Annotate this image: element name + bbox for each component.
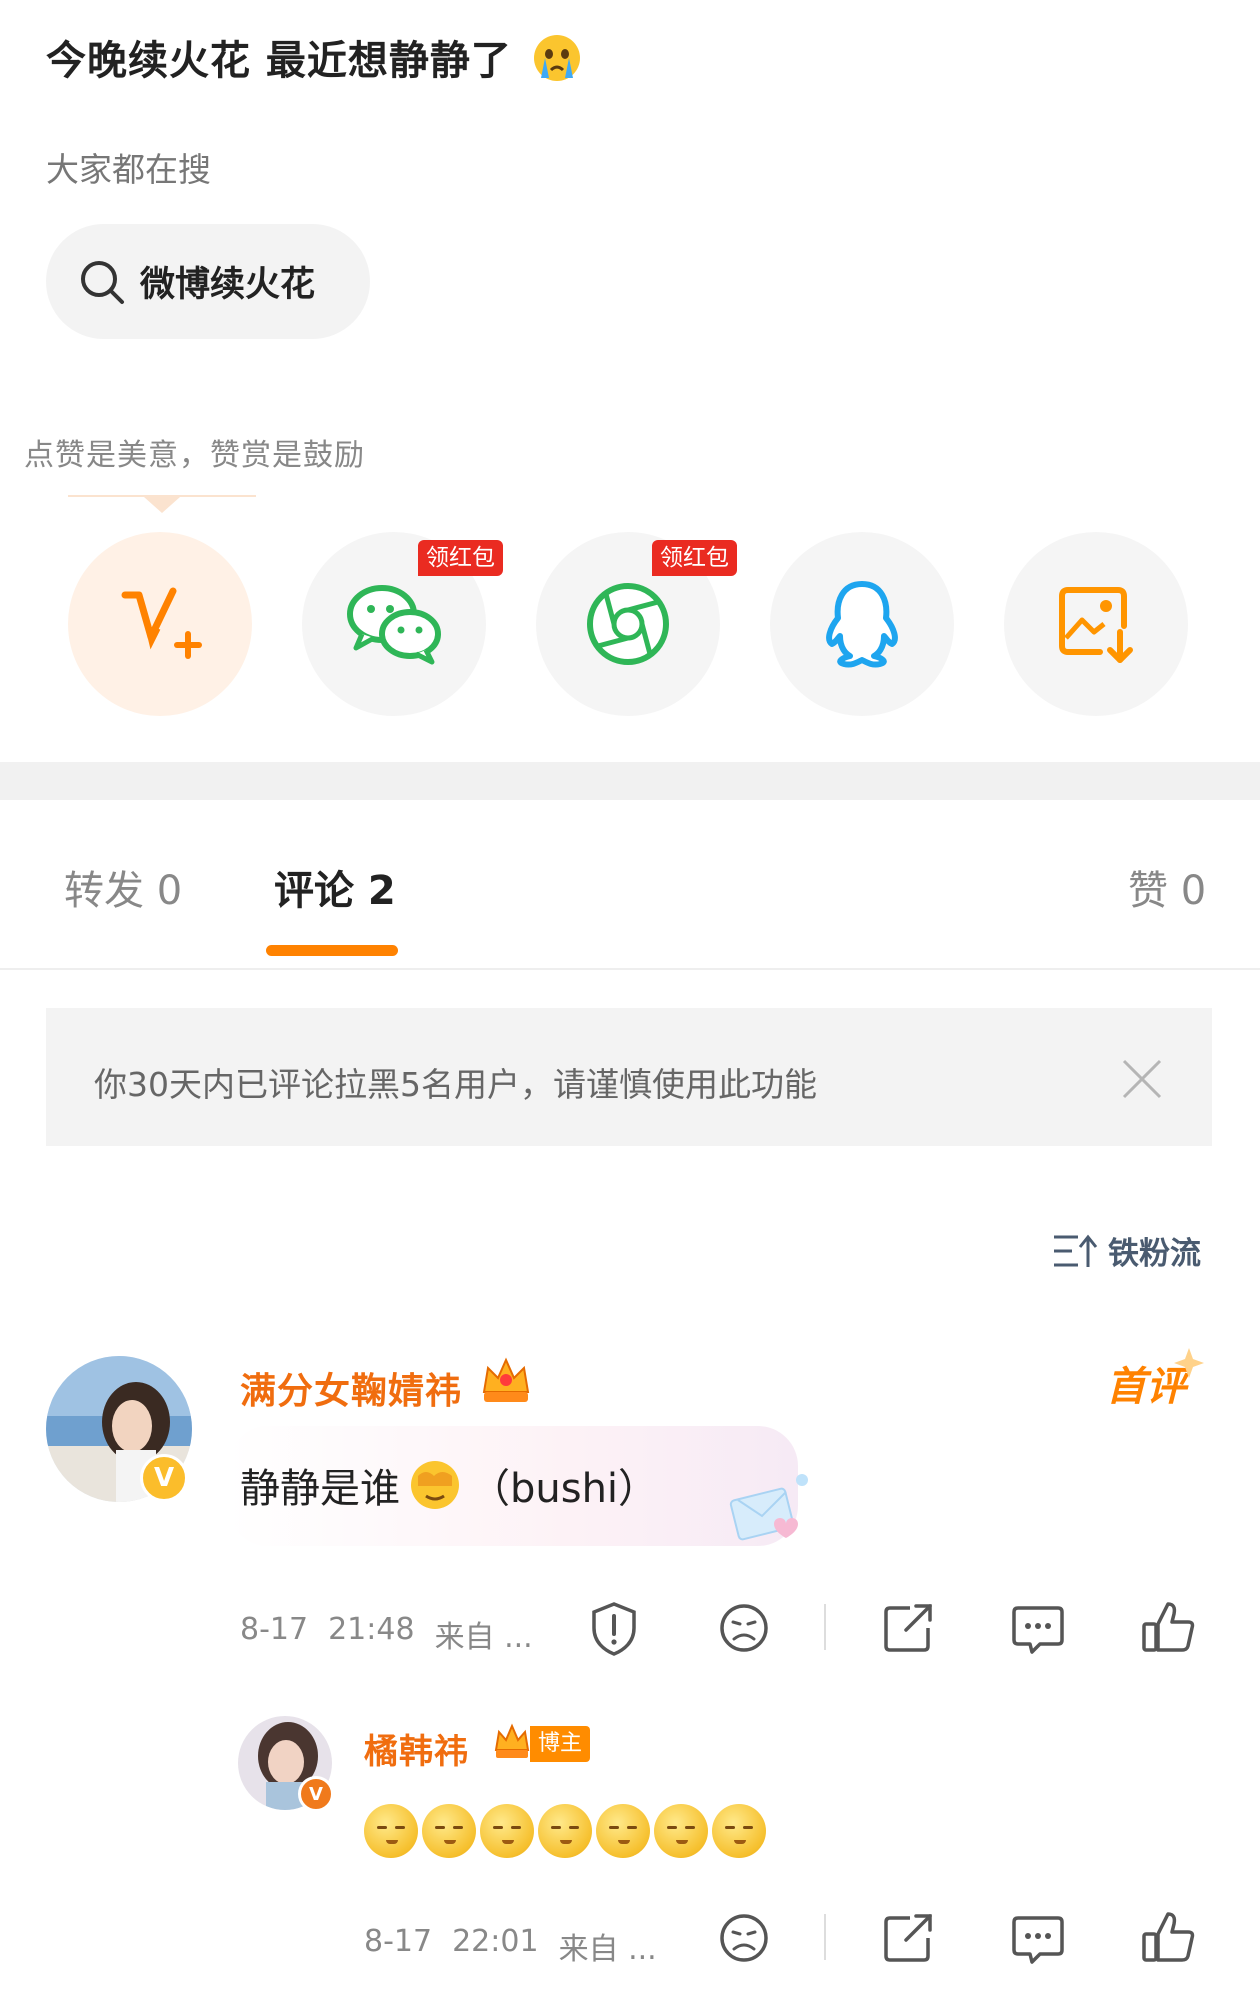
comment-text: 静静是谁 （bushi）: [240, 1456, 658, 1514]
blogger-badge: 博主: [530, 1726, 591, 1762]
comment-source: 来自 ...: [434, 1620, 533, 1655]
reply-comment-bubble-icon[interactable]: [1010, 1912, 1066, 1966]
wechat-icon: [347, 585, 441, 665]
sort-icon: [1054, 1234, 1098, 1267]
trending-search-chip[interactable]: 微博续火花: [46, 224, 370, 339]
hongbao-badge-moments: 领红包: [652, 540, 737, 576]
dislike-face-icon[interactable]: [718, 1602, 770, 1654]
like-thumb-icon[interactable]: [1140, 1598, 1196, 1656]
sparkle-icon: [1174, 1348, 1204, 1378]
crying-face-emoji-icon: [533, 35, 580, 81]
emoji-smug-icon: [480, 1804, 534, 1858]
search-icon: [81, 260, 124, 304]
reply-source: 来自 ...: [558, 1932, 657, 1967]
comment-date: 8-17: [240, 1612, 309, 1647]
reply-crown-icon: [494, 1723, 530, 1758]
sort-label: 铁粉流: [1108, 1236, 1201, 1272]
tooltip-arrow: [144, 497, 180, 513]
envelope-sticker-icon: [729, 1474, 808, 1541]
action-divider: [824, 1604, 826, 1650]
notice-text: 你30天内已评论拉黑5名用户，请谨慎使用此功能: [94, 1065, 817, 1104]
comment-bubble-icon[interactable]: [1010, 1602, 1066, 1656]
section-divider: [0, 762, 1260, 800]
emoji-smug-icon: [712, 1804, 766, 1858]
save-image-icon: [1059, 587, 1133, 663]
sort-button[interactable]: 铁粉流: [1052, 1228, 1201, 1273]
share-icon[interactable]: [880, 1600, 936, 1656]
crown-vip-icon: [482, 1357, 530, 1402]
emoji-smug-icon: [596, 1804, 650, 1858]
tab-comment[interactable]: 评论 2: [274, 858, 396, 916]
share-save-image-button[interactable]: [1004, 532, 1188, 716]
comment-text-main: 静静是谁: [240, 1466, 400, 1512]
post-title-text: 今晚续火花 最近想静静了: [46, 38, 512, 84]
reply-dislike-face-icon[interactable]: [718, 1912, 770, 1964]
active-tab-indicator: [266, 945, 398, 956]
comment-text-tail: （bushi）: [470, 1466, 659, 1512]
share-weibo-vplus-button[interactable]: [68, 532, 252, 716]
reward-tooltip: 点赞是美意，赞赏是鼓励: [24, 438, 365, 473]
reply-share-icon[interactable]: [880, 1910, 936, 1966]
close-icon[interactable]: [1120, 1057, 1164, 1101]
share-qq-button[interactable]: [770, 532, 954, 716]
weibo-vplus-icon: [121, 587, 202, 659]
report-shield-icon[interactable]: [588, 1600, 640, 1656]
trending-section-label: 大家都在搜: [46, 150, 211, 189]
tab-like[interactable]: 赞 0: [1128, 858, 1206, 916]
reply-meta: 8-17 22:01 来自 ...: [364, 1924, 657, 1968]
reply-username[interactable]: 橘韩祎: [364, 1724, 469, 1773]
qq-icon: [826, 581, 898, 668]
reply-time: 22:01: [452, 1924, 539, 1959]
reply-emoji-row: [364, 1804, 770, 1858]
emoji-smug-icon: [654, 1804, 708, 1858]
verified-badge-icon: V: [140, 1454, 188, 1502]
trending-search-text: 微博续火花: [140, 265, 316, 305]
reply-verified-badge-icon: V: [298, 1776, 334, 1812]
reply-like-thumb-icon[interactable]: [1140, 1908, 1196, 1966]
reply-date: 8-17: [364, 1924, 433, 1959]
emoji-smug-icon: [538, 1804, 592, 1858]
emoji-smug-icon: [422, 1804, 476, 1858]
tabs-divider: [0, 968, 1260, 970]
tab-repost[interactable]: 转发 0: [64, 858, 182, 916]
comment-username[interactable]: 满分女鞠婧祎: [240, 1362, 462, 1414]
comment-meta: 8-17 21:48 来自 ...: [240, 1612, 533, 1656]
facepalm-emoji-icon: [411, 1461, 459, 1509]
emoji-smug-icon: [364, 1804, 418, 1858]
moments-icon: [587, 583, 669, 665]
hongbao-badge-wechat: 领红包: [418, 540, 503, 576]
post-title: 今晚续火花 最近想静静了: [46, 28, 583, 86]
reply-action-divider: [824, 1914, 826, 1960]
comment-time: 21:48: [328, 1612, 415, 1647]
